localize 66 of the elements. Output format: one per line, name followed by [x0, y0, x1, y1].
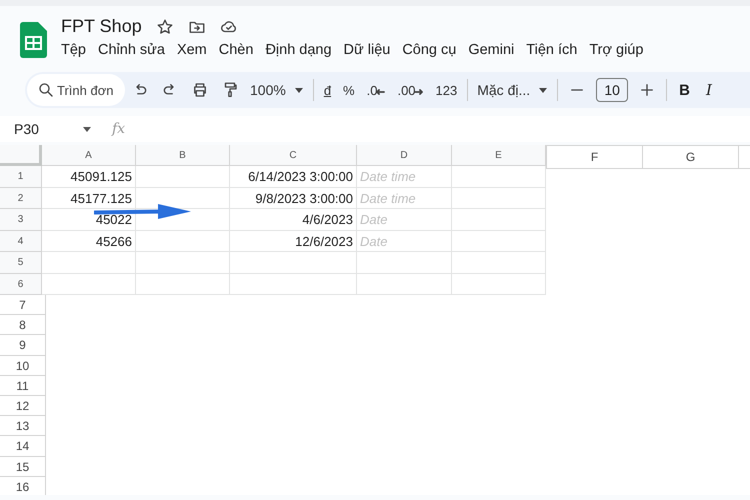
menu-item[interactable]: Tệp — [55, 40, 92, 60]
star-icon[interactable] — [156, 18, 174, 36]
table-cell: Date time — [357, 188, 452, 209]
menu-item[interactable]: Chèn — [212, 40, 260, 60]
format-button[interactable]: 123 — [430, 82, 464, 98]
row-header[interactable]: 3 — [0, 209, 42, 230]
row-header[interactable]: 10 — [0, 356, 45, 376]
formula-label: fx — [112, 121, 126, 137]
menu-item[interactable]: Chỉnh sửa — [92, 40, 171, 60]
column-header[interactable]: E — [452, 145, 546, 166]
format-button[interactable]: đ — [318, 82, 338, 98]
format-button[interactable]: .0 — [360, 82, 392, 98]
menu-item[interactable]: Dữ liệu — [338, 40, 396, 60]
row-header[interactable]: 8 — [0, 315, 45, 336]
column-header[interactable]: D — [357, 145, 452, 166]
table-cell: 45266 — [42, 230, 136, 252]
bold-button[interactable]: B — [671, 82, 698, 98]
row-header[interactable]: 12 — [0, 396, 45, 416]
table-cell: Date — [357, 230, 452, 252]
row-header[interactable]: 9 — [0, 335, 45, 356]
row-header[interactable]: 1 — [0, 166, 42, 188]
row-header[interactable]: 13 — [0, 416, 45, 436]
search-icon — [37, 81, 55, 99]
name-box[interactable]: P30 — [14, 121, 39, 137]
caret-icon — [538, 85, 548, 95]
table-cell: Date time — [357, 166, 452, 188]
zoom-dropdown[interactable]: 100% — [245, 82, 309, 98]
table-cell: 45091.125 — [42, 166, 136, 188]
font-dropdown[interactable]: Mặc đị... — [472, 82, 554, 98]
table-cell: 6/14/2023 3:00:00 — [230, 166, 357, 188]
column-header[interactable]: A — [42, 145, 136, 166]
column-header[interactable]: G — [642, 146, 738, 168]
row-header[interactable]: 15 — [0, 456, 45, 477]
print-icon[interactable] — [191, 81, 209, 99]
menu-item[interactable]: Định dạng — [259, 40, 338, 60]
row-header[interactable]: 7 — [0, 295, 45, 316]
column-header[interactable]: B — [136, 145, 230, 166]
table-cell: 45022 — [42, 209, 136, 230]
search-field[interactable]: Trình đơn — [27, 74, 125, 106]
row-header[interactable]: 14 — [0, 436, 45, 456]
row-header[interactable]: 11 — [0, 376, 45, 396]
table-cell: 9/8/2023 3:00:00 — [230, 188, 357, 209]
row-header[interactable]: 6 — [0, 274, 42, 295]
document-title[interactable]: FPT Shop — [61, 16, 142, 37]
row-header[interactable]: 4 — [0, 230, 42, 252]
format-button[interactable]: % — [337, 82, 361, 98]
menu-item[interactable]: Xem — [170, 40, 213, 60]
format-button[interactable]: .00 — [391, 82, 430, 98]
table-cell: Date — [357, 209, 452, 230]
font-size-field[interactable]: 10 — [596, 78, 628, 102]
menu-item[interactable]: Công cụ — [396, 40, 462, 60]
row-header[interactable]: 5 — [0, 252, 42, 274]
menu-item[interactable]: Tiện ích — [520, 40, 584, 60]
row-header[interactable]: 16 — [0, 476, 45, 495]
row-header[interactable]: 2 — [0, 188, 42, 209]
table-cell: 4/6/2023 — [230, 209, 357, 230]
column-header[interactable]: C — [230, 145, 357, 166]
caret-icon[interactable] — [82, 124, 92, 134]
table-cell: 45177.125 — [42, 188, 136, 209]
menu-item[interactable]: Trợ giúp — [583, 40, 650, 60]
column-header[interactable]: F — [546, 146, 642, 168]
sheets-logo-icon[interactable] — [20, 22, 47, 58]
caret-icon — [294, 85, 304, 95]
table-cell: 12/6/2023 — [230, 230, 357, 252]
menu-item[interactable]: Gemini — [462, 40, 520, 60]
italic-button[interactable]: I — [698, 81, 720, 99]
